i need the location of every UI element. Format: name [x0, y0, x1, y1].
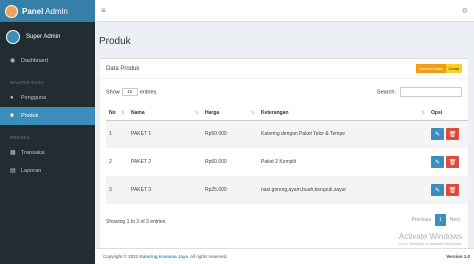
content: Produk Data Produk Tambah Data Cetak Sho… — [95, 22, 474, 264]
entries-control: Show 10 entries — [106, 88, 157, 96]
brand-text: Panel Admin — [22, 6, 68, 16]
brand-logo — [5, 4, 18, 18]
table-row: 3 PAKET 3 Rp25.000 nasi goreng,ayam,buah… — [106, 176, 468, 204]
footer: Copyright © 2022 Katering Kusuma Jaya. A… — [95, 248, 474, 264]
table-controls: Show 10 entries Search: — [100, 79, 468, 97]
edit-icon[interactable]: ✎ — [431, 128, 444, 141]
col-nama[interactable]: Nama ⇅ — [128, 106, 202, 121]
topbar: ≡ ⚙ — [95, 0, 474, 22]
search-input[interactable] — [400, 87, 462, 97]
report-icon: ▤ — [10, 168, 16, 174]
trash-icon[interactable]: 🗑 — [446, 184, 459, 196]
col-keterangan[interactable]: Keterangan ⇅ — [258, 106, 428, 121]
avatar — [6, 30, 20, 44]
col-no[interactable]: No ⇅ — [106, 106, 128, 121]
trash-icon[interactable]: 🗑 — [446, 128, 459, 141]
table-row: 2 PAKET 2 Rp60.000 Paket 2 Komplit ✎ 🗑 — [106, 148, 468, 176]
pagination: Previous 1 Next — [407, 214, 464, 226]
add-data-button[interactable]: Tambah Data — [415, 64, 446, 73]
entries-select[interactable]: 10 — [121, 88, 138, 96]
sidebar-item-dashboard[interactable]: ◉ Dashboard — [0, 52, 95, 70]
menu-header-proses: PROSES — [10, 135, 30, 140]
page-title: Produk — [99, 36, 131, 47]
menu-toggle-icon[interactable]: ≡ — [101, 6, 106, 15]
user-panel: Super Admin — [0, 22, 95, 52]
card-title: Data Produk — [106, 65, 140, 72]
product-icon: ■ — [10, 113, 14, 119]
table-row: 1 PAKET 1 Rp50.000 Katering dengan Paket… — [106, 120, 468, 148]
prev-button[interactable]: Previous — [407, 214, 434, 226]
edit-icon[interactable]: ✎ — [431, 156, 444, 168]
print-button[interactable]: Cetak — [445, 64, 462, 73]
search-control: Search: — [377, 87, 462, 97]
sidebar: Panel Admin Super Admin ◉ Dashboard MASTE… — [0, 0, 95, 264]
activate-windows-watermark: Activate Windows Go to Settings to activ… — [398, 232, 462, 246]
footer-brand-link[interactable]: Katering Kusuma Jaya — [139, 254, 188, 259]
next-button[interactable]: Next — [446, 214, 464, 226]
card-buttons: Tambah Data Cetak — [415, 64, 462, 73]
card-header: Data Produk Tambah Data Cetak — [100, 59, 468, 79]
user-icon: ● — [10, 95, 14, 101]
transaction-icon: ▦ — [10, 150, 16, 156]
dashboard-icon: ◉ — [10, 58, 16, 64]
user-name: Super Admin — [26, 34, 61, 40]
page-1-button[interactable]: 1 — [434, 214, 446, 226]
menu-header-master: MASTER DATA — [10, 80, 44, 85]
data-card: Data Produk Tambah Data Cetak Show 10 entr… — [100, 58, 468, 258]
brand[interactable]: Panel Admin — [0, 0, 95, 22]
sidebar-item-pengguna[interactable]: ● Pengguna — [0, 89, 95, 107]
col-harga[interactable]: Harga ⇅ — [202, 106, 258, 121]
products-table: No ⇅ Nama ⇅ Harga ⇅ Keterangan ⇅ Opsi 1 PAKE… — [106, 106, 468, 204]
col-opsi[interactable]: Opsi — [428, 106, 468, 121]
version-text: Version 1.0 — [446, 254, 470, 259]
table-info: Showing 1 to 3 of 3 entries — [106, 219, 166, 225]
sidebar-item-transaksi[interactable]: ▦ Transaksi — [0, 144, 95, 162]
sidebar-item-produk[interactable]: ■ Produk — [0, 107, 95, 125]
sidebar-item-laporan[interactable]: ▤ Laporan — [0, 162, 95, 180]
edit-icon[interactable]: ✎ — [431, 184, 444, 196]
gear-icon[interactable]: ⚙ — [462, 7, 468, 15]
trash-icon[interactable]: 🗑 — [446, 156, 459, 168]
